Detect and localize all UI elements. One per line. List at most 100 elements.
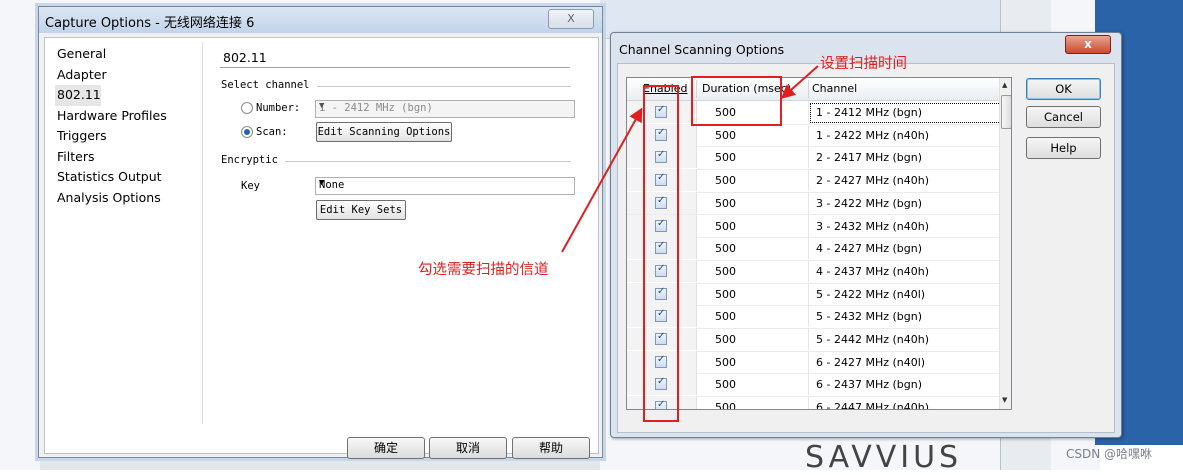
scroll-down-icon[interactable]: ▼ bbox=[1002, 396, 1007, 404]
channel-cell: 6 - 2427 MHz (n40l) bbox=[816, 355, 926, 369]
annotation-select-channels: 勾选需要扫描的信道 bbox=[418, 262, 549, 278]
duration-cell[interactable]: 500 bbox=[715, 288, 736, 301]
ok-button[interactable]: OK bbox=[1026, 78, 1101, 100]
capture-options-titlebar: Capture Options - 无线网络连接 6 X bbox=[39, 7, 602, 33]
column-separator bbox=[808, 259, 809, 282]
column-separator bbox=[808, 396, 809, 409]
chevron-down-icon: ▼ bbox=[319, 101, 325, 111]
number-radio[interactable] bbox=[241, 102, 253, 114]
table-row[interactable]: 500 6 - 2437 MHz (bgn) bbox=[627, 373, 999, 398]
nav-item-hardware-profiles[interactable]: Hardware Profiles bbox=[55, 106, 205, 127]
nav-item-filters[interactable]: Filters bbox=[55, 147, 205, 168]
nav-item-general[interactable]: General bbox=[55, 44, 205, 65]
table-row[interactable]: 500 4 - 2437 MHz (n40h) bbox=[627, 259, 999, 284]
duration-cell[interactable]: 500 bbox=[715, 378, 736, 391]
nav-item-analysis-options[interactable]: Analysis Options bbox=[55, 188, 205, 209]
number-label: Number: bbox=[256, 102, 301, 114]
duration-cell[interactable]: 500 bbox=[715, 242, 736, 255]
channel-cell: 5 - 2422 MHz (n40l) bbox=[816, 287, 926, 301]
nav-item-triggers[interactable]: Triggers bbox=[55, 126, 205, 147]
edit-key-sets-button[interactable]: Edit Key Sets bbox=[316, 200, 406, 220]
scroll-thumb[interactable] bbox=[1001, 95, 1011, 129]
scan-radio[interactable] bbox=[241, 126, 253, 138]
table-row[interactable]: 500 2 - 2417 MHz (bgn) bbox=[627, 146, 999, 171]
channel-grid: Enabled Duration (msec) Channel 5001 - 2… bbox=[626, 77, 1012, 410]
table-row[interactable]: 500 6 - 2447 MHz (n40h) bbox=[627, 396, 999, 410]
table-row[interactable]: 500 3 - 2432 MHz (n40h) bbox=[627, 214, 999, 239]
duration-cell[interactable]: 500 bbox=[715, 197, 736, 210]
channel-cell: 5 - 2442 MHz (n40h) bbox=[816, 333, 930, 346]
scan-label: Scan: bbox=[256, 126, 288, 138]
scroll-up-icon[interactable]: ▲ bbox=[1002, 81, 1007, 89]
table-row[interactable]: 500 5 - 2442 MHz (n40h) bbox=[627, 328, 999, 352]
nav-divider bbox=[202, 42, 203, 424]
ok-button[interactable]: 确定 bbox=[347, 437, 425, 459]
duration-cell[interactable]: 500 bbox=[715, 265, 736, 278]
close-button[interactable]: X bbox=[548, 9, 594, 29]
column-separator bbox=[808, 101, 809, 123]
encryption-label: Encryptic bbox=[221, 154, 282, 166]
cancel-button[interactable]: 取消 bbox=[429, 437, 507, 459]
column-separator bbox=[808, 80, 809, 98]
channel-cell: 2 - 2427 MHz (n40h) bbox=[816, 174, 930, 188]
encryption-group-line bbox=[285, 161, 571, 162]
column-channel[interactable]: Channel bbox=[812, 82, 857, 95]
table-row[interactable]: 5001 - 2412 MHz (bgn) bbox=[627, 101, 1011, 125]
edit-scanning-options-button[interactable]: Edit Scanning Options bbox=[316, 122, 452, 142]
select-channel-label: Select channel bbox=[221, 79, 314, 91]
table-row[interactable]: 500 2 - 2427 MHz (n40h) bbox=[627, 169, 999, 193]
capture-options-body: General Adapter 802.11 Hardware Profiles… bbox=[44, 37, 599, 459]
key-select[interactable]: None ▼ bbox=[315, 177, 575, 195]
channel-cell: 6 - 2437 MHz (bgn) bbox=[816, 378, 923, 392]
channel-cell: 3 - 2422 MHz (bgn) bbox=[816, 196, 923, 210]
nav-item-802-11[interactable]: 802.11 bbox=[55, 85, 101, 106]
table-row[interactable]: 500 4 - 2427 MHz (bgn) bbox=[627, 237, 999, 261]
duration-cell[interactable]: 500 bbox=[715, 356, 736, 369]
duration-cell[interactable]: 500 bbox=[715, 174, 736, 187]
column-separator bbox=[808, 191, 809, 214]
channel-cell: 4 - 2427 MHz (bgn) bbox=[816, 242, 923, 256]
channel-cell: 2 - 2417 MHz (bgn) bbox=[816, 151, 923, 165]
pane-title-underline bbox=[220, 67, 570, 68]
column-separator bbox=[808, 146, 809, 169]
table-row[interactable]: 500 3 - 2422 MHz (bgn) bbox=[627, 191, 999, 216]
table-row[interactable]: 500 1 - 2422 MHz (n40h) bbox=[627, 123, 999, 148]
duration-cell[interactable]: 500 bbox=[715, 310, 736, 323]
channel-scanning-dialog: Channel Scanning Options x Enabled Durat… bbox=[610, 32, 1122, 438]
duration-cell[interactable]: 500 bbox=[715, 129, 736, 142]
cancel-button[interactable]: Cancel bbox=[1026, 106, 1101, 128]
column-separator bbox=[808, 214, 809, 237]
close-button[interactable]: x bbox=[1065, 35, 1111, 54]
help-button[interactable]: 帮助 bbox=[512, 437, 590, 459]
table-row[interactable]: 500 5 - 2432 MHz (bgn) bbox=[627, 305, 999, 329]
channel-number-select[interactable]: 1 - 2412 MHz (bgn) ▼ bbox=[315, 100, 575, 118]
channel-cell: 5 - 2432 MHz (bgn) bbox=[816, 310, 923, 324]
dialog-title: Capture Options - 无线网络连接 6 bbox=[45, 16, 255, 31]
column-separator bbox=[808, 373, 809, 396]
background-status-bar bbox=[40, 458, 600, 470]
grid-scrollbar[interactable]: ▲ ▼ bbox=[999, 78, 1011, 409]
channel-cell: 6 - 2447 MHz (n40h) bbox=[816, 401, 930, 410]
table-row[interactable]: 500 5 - 2422 MHz (n40l) bbox=[627, 282, 999, 307]
pane-title: 802.11 bbox=[223, 50, 267, 65]
scan-dialog-title: Channel Scanning Options bbox=[619, 42, 785, 57]
focused-cell bbox=[810, 103, 1011, 123]
help-button[interactable]: Help bbox=[1026, 137, 1101, 159]
duration-cell[interactable]: 500 bbox=[715, 333, 736, 346]
duration-cell[interactable]: 500 bbox=[715, 151, 736, 164]
duration-cell[interactable]: 500 bbox=[715, 220, 736, 233]
grid-header: Enabled Duration (msec) Channel bbox=[627, 78, 999, 101]
channel-cell: 1 - 2422 MHz (n40h) bbox=[816, 128, 930, 142]
select-channel-group-line bbox=[317, 86, 571, 87]
table-row[interactable]: 500 6 - 2427 MHz (n40l) bbox=[627, 350, 999, 375]
column-separator bbox=[808, 350, 809, 373]
capture-options-dialog: Capture Options - 无线网络连接 6 X General Ada… bbox=[38, 6, 603, 459]
key-label: Key bbox=[241, 180, 260, 192]
nav-item-adapter[interactable]: Adapter bbox=[55, 65, 205, 86]
column-separator bbox=[808, 237, 809, 260]
channel-cell: 3 - 2432 MHz (n40h) bbox=[816, 219, 930, 233]
duration-cell[interactable]: 500 bbox=[715, 401, 736, 409]
column-separator bbox=[808, 305, 809, 328]
chevron-down-icon: ▼ bbox=[319, 178, 325, 188]
nav-item-statistics-output[interactable]: Statistics Output bbox=[55, 167, 205, 188]
